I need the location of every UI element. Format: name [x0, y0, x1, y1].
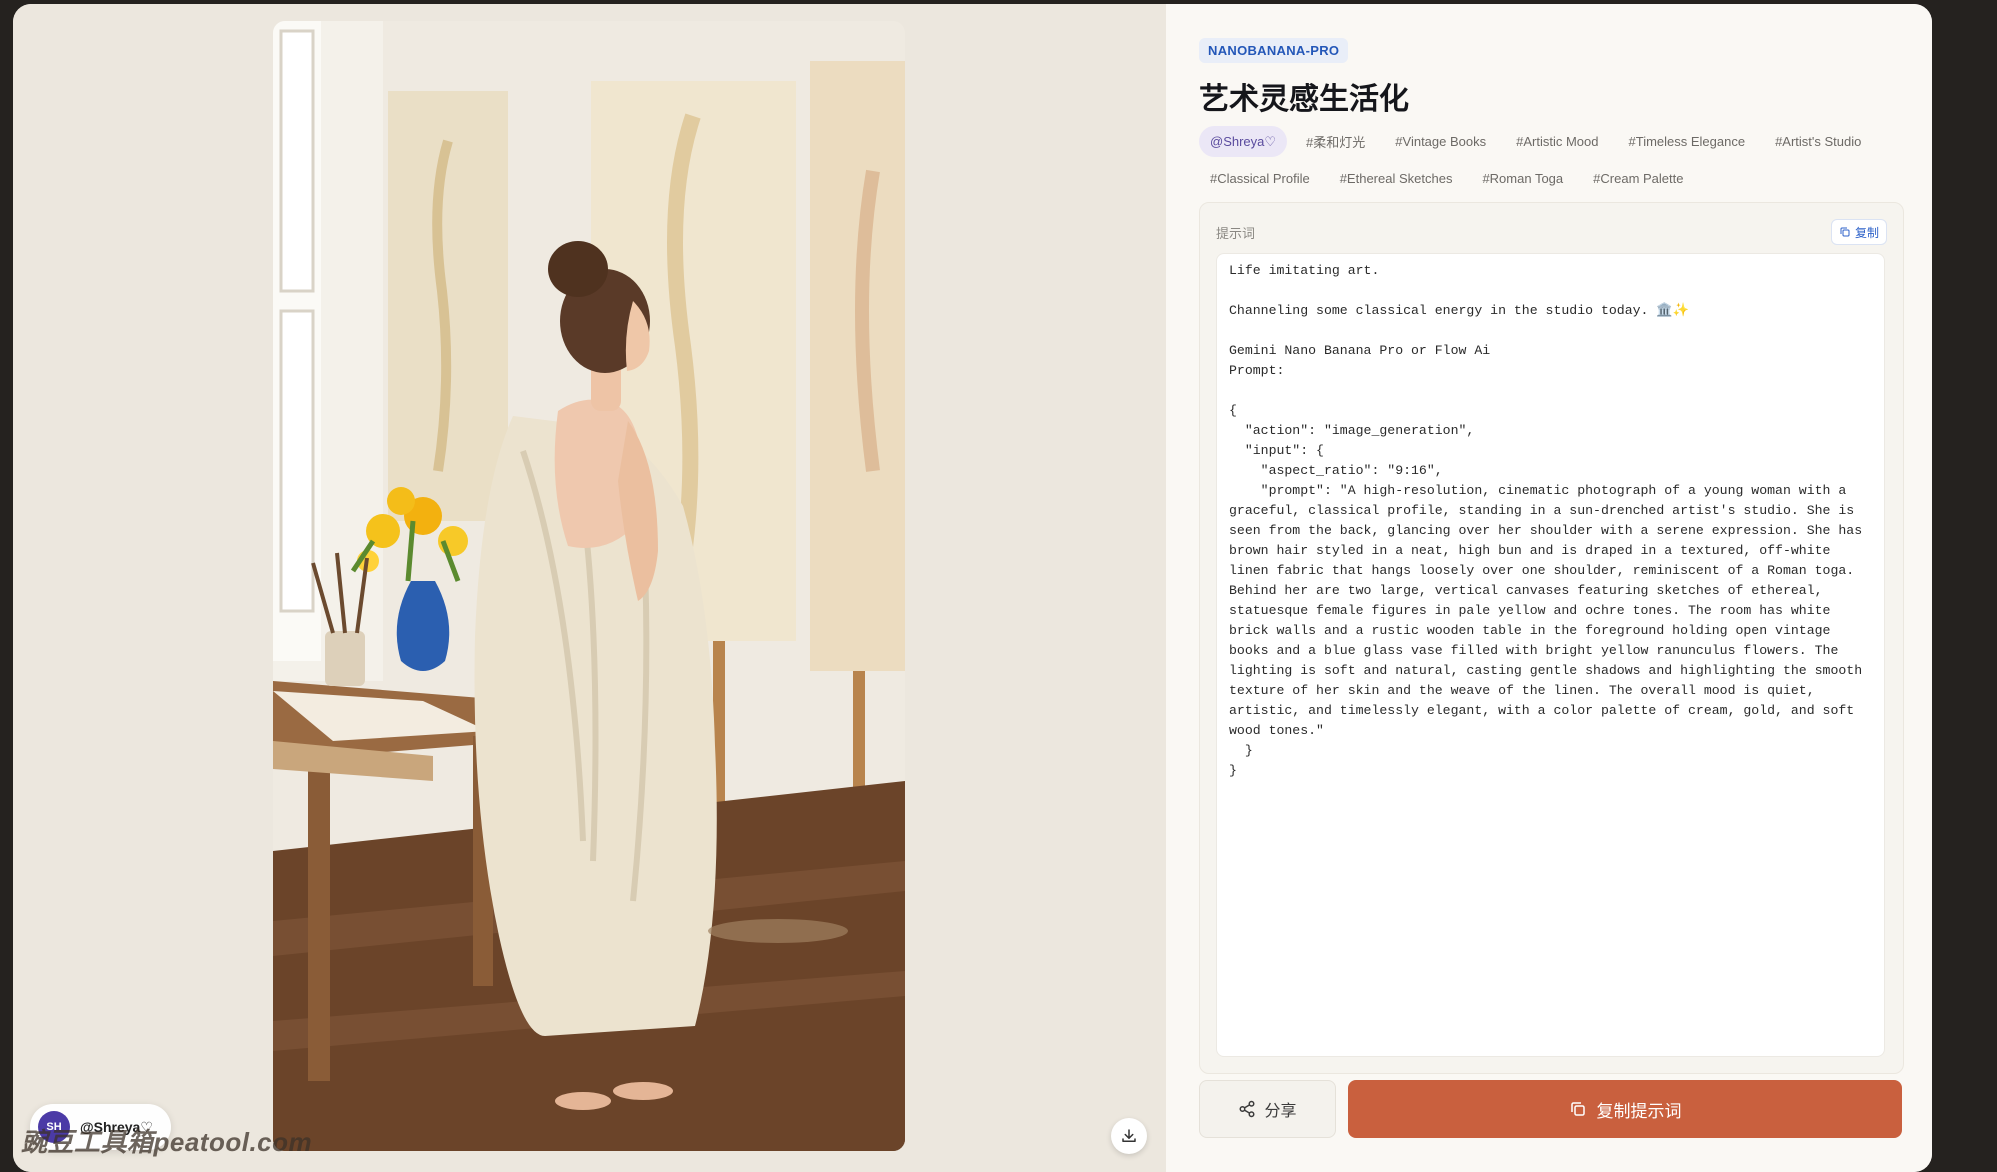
author-avatar: SH [38, 1111, 70, 1143]
tag-list: @Shreya♡ #柔和灯光 #Vintage Books #Artistic … [1199, 126, 1899, 194]
tag[interactable]: #Roman Toga [1471, 163, 1574, 194]
image-detail-modal: SH @Shreya♡ 豌豆工具箱peatool.com NANOBANANA-… [13, 4, 1932, 1172]
image-pane: SH @Shreya♡ 豌豆工具箱peatool.com [13, 4, 1166, 1172]
share-button[interactable]: 分享 [1199, 1080, 1336, 1138]
details-panel: NANOBANANA-PRO 艺术灵感生活化 @Shreya♡ #柔和灯光 #V… [1166, 4, 1932, 1172]
tag[interactable]: #Ethereal Sketches [1329, 163, 1464, 194]
share-label: 分享 [1264, 1103, 1297, 1120]
copy-icon [1840, 227, 1850, 237]
tag[interactable]: #Artist's Studio [1764, 126, 1872, 157]
prompt-card: 提示词 复制 Life imitating art. Channeling so… [1199, 202, 1904, 1074]
copy-prompt-small-button[interactable]: 复制 [1830, 219, 1887, 245]
download-button[interactable] [1111, 1118, 1147, 1154]
author-name: @Shreya♡ [80, 1118, 153, 1135]
model-badge: NANOBANANA-PRO [1199, 38, 1349, 63]
generated-image[interactable] [273, 21, 905, 1151]
tag[interactable]: #Vintage Books [1384, 126, 1497, 157]
copy-icon [1570, 1102, 1585, 1116]
page-title: 艺术灵感生活化 [1199, 83, 1409, 116]
share-icon [1239, 1100, 1255, 1118]
copy-prompt-label: 复制提示词 [1596, 1101, 1682, 1121]
author-chip[interactable]: SH @Shreya♡ [30, 1104, 171, 1150]
tag-author[interactable]: @Shreya♡ [1199, 126, 1288, 157]
tag[interactable]: #Artistic Mood [1505, 126, 1609, 157]
prompt-text[interactable]: Life imitating art. Channeling some clas… [1216, 253, 1885, 1057]
generated-image-illustration [273, 21, 905, 1151]
download-icon [1122, 1129, 1136, 1142]
tag[interactable]: #柔和灯光 [1295, 126, 1376, 157]
prompt-label: 提示词 [1216, 226, 1256, 241]
copy-prompt-button[interactable]: 复制提示词 [1348, 1080, 1902, 1138]
copy-small-label: 复制 [1854, 225, 1879, 240]
tag[interactable]: #Cream Palette [1582, 163, 1694, 194]
tag[interactable]: #Classical Profile [1199, 163, 1321, 194]
tag[interactable]: #Timeless Elegance [1618, 126, 1757, 157]
